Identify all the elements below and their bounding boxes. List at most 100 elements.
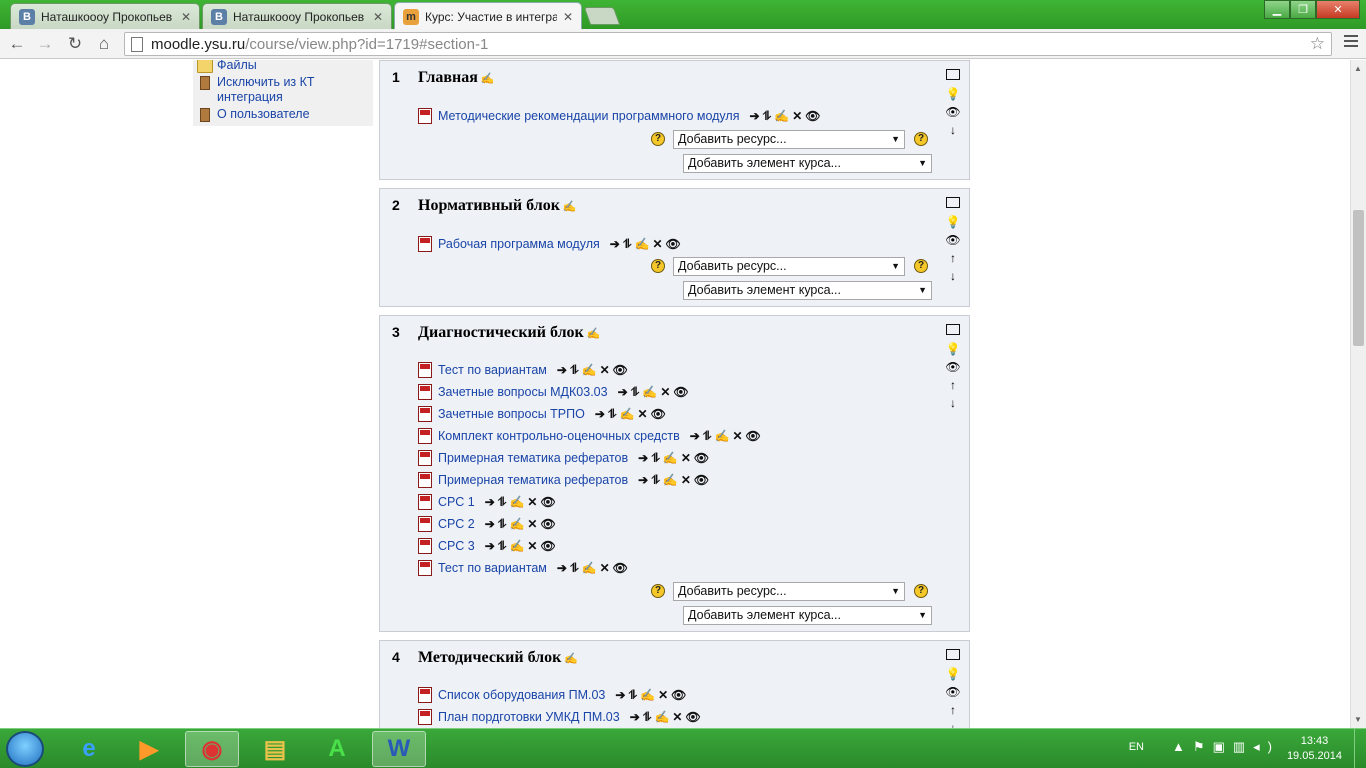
close-window-icon[interactable]: ✕ (1316, 0, 1360, 19)
move-down-arrow-icon[interactable]: ↓ (944, 267, 962, 285)
lightbulb-icon[interactable]: 💡 (944, 340, 962, 358)
activity-link[interactable]: Примерная тематика рефератов (438, 451, 628, 465)
activity-edit-icons[interactable]: ➔⥮✍✕👁 (485, 495, 559, 510)
new-tab-button[interactable] (583, 7, 621, 25)
activity-link[interactable]: Зачетные вопросы ТРПО (438, 407, 585, 421)
browser-tab-3-active[interactable]: m Курс: Участие в интеграц ✕ (394, 2, 582, 30)
lightbulb-icon[interactable]: 💡 (944, 665, 962, 683)
browser-tab-1[interactable]: В Наташкоооу Прокопьев ✕ (10, 3, 200, 29)
add-activity-select[interactable]: Добавить элемент курса... ▼ (683, 606, 932, 625)
add-resource-select[interactable]: Добавить ресурс... ▼ (673, 130, 905, 149)
help-icon[interactable]: ? (914, 259, 928, 273)
add-resource-select[interactable]: Добавить ресурс... ▼ (673, 257, 905, 276)
browser-tab-2[interactable]: В Наташкоооу Прокопьев ✕ (202, 3, 392, 29)
activity-edit-icons[interactable]: ➔⥮✍✕👁 (557, 363, 631, 378)
activity-link[interactable]: Тест по вариантам (438, 363, 547, 377)
scroll-up-icon[interactable]: ▲ (1354, 64, 1362, 73)
app-a-icon[interactable]: A (310, 731, 364, 767)
explorer-folder-icon[interactable]: ▤ (248, 731, 302, 767)
edit-pencil-icon[interactable]: ✍ (563, 201, 577, 213)
clock[interactable]: 13:43 19.05.2014 (1287, 734, 1342, 764)
edit-pencil-icon[interactable]: ✍ (587, 328, 601, 340)
move-up-arrow-icon[interactable]: ↑ (944, 249, 962, 267)
lightbulb-icon[interactable]: 💡 (944, 85, 962, 103)
move-up-arrow-icon[interactable]: ↑ (944, 701, 962, 719)
home-icon[interactable]: ⌂ (93, 33, 115, 55)
scrollbar-thumb[interactable] (1353, 210, 1364, 346)
sidebar-item-files[interactable]: Файлы (197, 60, 257, 73)
activity-edit-icons[interactable]: ➔⥮✍✕👁 (557, 561, 631, 576)
scroll-down-icon[interactable]: ▼ (1354, 715, 1362, 724)
edit-pencil-icon[interactable]: ✍ (564, 653, 578, 665)
vertical-scrollbar[interactable]: ▲ ▼ (1350, 60, 1366, 728)
highlight-square-icon[interactable] (944, 67, 962, 85)
restore-icon[interactable]: ❐ (1290, 0, 1316, 19)
help-icon[interactable]: ? (651, 259, 665, 273)
move-down-arrow-icon[interactable]: ↓ (944, 121, 962, 139)
activity-link[interactable]: Методические рекомендации программного м… (438, 109, 739, 123)
media-player-icon[interactable]: ▶ (122, 731, 176, 767)
activity-link[interactable]: Комплект контрольно-оценочных средств (438, 429, 680, 443)
show-desktop-button[interactable] (1354, 729, 1366, 768)
activity-link[interactable]: Тест по вариантам (438, 561, 547, 575)
add-activity-select[interactable]: Добавить элемент курса... ▼ (683, 154, 932, 173)
address-bar[interactable]: moodle.ysu.ru/course/view.php?id=1719#se… (124, 32, 1332, 56)
eye-icon[interactable]: 👁 (944, 231, 962, 249)
activity-edit-icons[interactable]: ➔⥮✍✕👁 (610, 237, 684, 252)
lightbulb-icon[interactable]: 💡 (944, 213, 962, 231)
sidebar-item-label[interactable]: О пользователе (217, 107, 310, 122)
highlight-square-icon[interactable] (944, 647, 962, 665)
sidebar-item-label[interactable]: Файлы (217, 60, 257, 73)
internet-explorer-icon[interactable]: e (62, 731, 116, 767)
bookmark-star-icon[interactable]: ☆ (1310, 34, 1325, 54)
activity-link[interactable]: Примерная тематика рефератов (438, 473, 628, 487)
eye-icon[interactable]: 👁 (944, 683, 962, 701)
back-arrow-icon[interactable]: ← (6, 33, 28, 55)
tab-close-icon[interactable]: ✕ (373, 10, 383, 24)
activity-link[interactable]: Рабочая программа модуля (438, 237, 600, 251)
activity-edit-icons[interactable]: ➔⥮✍✕👁 (485, 517, 559, 532)
activity-link[interactable]: План пордготовки УМКД ПМ.03 (438, 710, 620, 724)
word-icon[interactable]: W (372, 731, 426, 767)
language-indicator[interactable]: EN (1129, 741, 1144, 753)
eye-icon[interactable]: 👁 (944, 103, 962, 121)
activity-edit-icons[interactable]: ➔⥮✍✕👁 (595, 407, 669, 422)
activity-link[interactable]: Зачетные вопросы МДК03.03 (438, 385, 608, 399)
activity-edit-icons[interactable]: ➔⥮✍✕👁 (749, 109, 823, 124)
forward-arrow-icon[interactable]: → (34, 33, 56, 55)
reload-icon[interactable]: ↻ (64, 33, 86, 55)
activity-edit-icons[interactable]: ➔⥮✍✕👁 (690, 429, 764, 444)
activity-link[interactable]: Список оборудования ПМ.03 (438, 688, 605, 702)
tab-close-icon[interactable]: ✕ (181, 10, 191, 24)
help-icon[interactable]: ? (651, 584, 665, 598)
activity-edit-icons[interactable]: ➔⥮✍✕👁 (630, 710, 704, 725)
add-resource-select[interactable]: Добавить ресурс... ▼ (673, 582, 905, 601)
activity-link[interactable]: СРС 3 (438, 539, 475, 553)
browser-menu-icon[interactable] (1344, 35, 1358, 50)
move-down-arrow-icon[interactable]: ↓ (944, 394, 962, 412)
help-icon[interactable]: ? (651, 132, 665, 146)
help-icon[interactable]: ? (914, 132, 928, 146)
tray-icons[interactable]: ▲⚑▣▥◂) (1172, 739, 1280, 755)
highlight-square-icon[interactable] (944, 322, 962, 340)
activity-edit-icons[interactable]: ➔⥮✍✕👁 (618, 385, 692, 400)
minimize-icon[interactable]: ▁ (1264, 0, 1290, 19)
help-icon[interactable]: ? (914, 584, 928, 598)
activity-link[interactable]: СРС 1 (438, 495, 475, 509)
sidebar-item-exclude[interactable]: Исключить из КТ интеграция (197, 75, 327, 105)
sidebar-item-label[interactable]: Исключить из КТ интеграция (217, 75, 327, 105)
activity-edit-icons[interactable]: ➔⥮✍✕👁 (638, 473, 712, 488)
add-activity-select[interactable]: Добавить элемент курса... ▼ (683, 281, 932, 300)
eye-icon[interactable]: 👁 (944, 358, 962, 376)
tab-close-icon[interactable]: ✕ (563, 10, 573, 24)
activity-edit-icons[interactable]: ➔⥮✍✕👁 (485, 539, 559, 554)
sidebar-item-profile[interactable]: О пользователе (197, 107, 310, 122)
activity-edit-icons[interactable]: ➔⥮✍✕👁 (615, 688, 689, 703)
edit-pencil-icon[interactable]: ✍ (481, 73, 495, 85)
chrome-icon[interactable]: ◉ (185, 731, 239, 767)
move-up-arrow-icon[interactable]: ↑ (944, 376, 962, 394)
start-button[interactable] (6, 731, 44, 767)
activity-link[interactable]: СРС 2 (438, 517, 475, 531)
highlight-square-icon[interactable] (944, 195, 962, 213)
move-down-arrow-icon[interactable]: ↓ (944, 719, 962, 728)
